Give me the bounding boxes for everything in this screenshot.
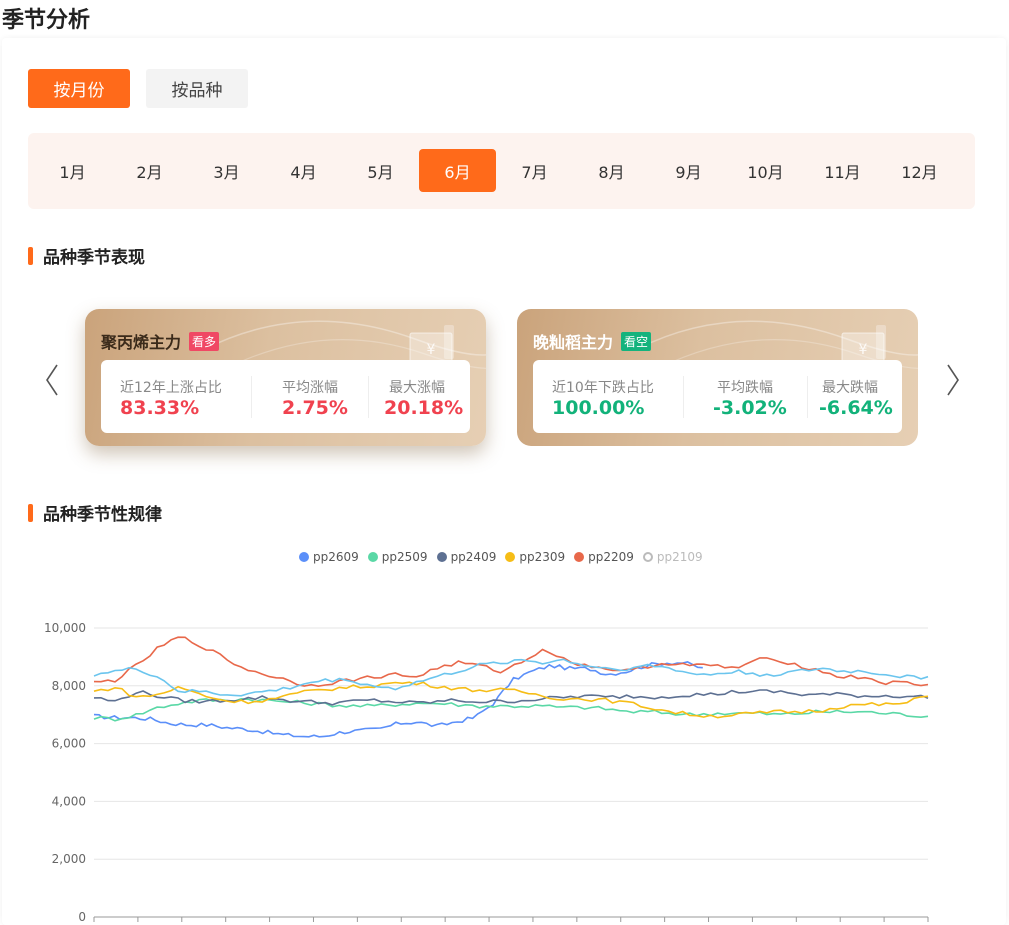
series-line-pp2609 <box>93 661 703 738</box>
section-title-pattern: 品种季节性规律 <box>28 500 162 525</box>
month-tab-10[interactable]: 10月 <box>727 149 804 192</box>
section-title-performance-text: 品种季节表现 <box>43 248 145 268</box>
legend-marker <box>436 552 447 562</box>
yuan-ticket-icon: ¥ <box>841 325 886 364</box>
month-tab-11[interactable]: 11月 <box>804 149 881 192</box>
stat-average-value: 2.75% <box>282 397 348 419</box>
month-tab-9[interactable]: 9月 <box>650 149 727 192</box>
legend-label: pp2609 <box>313 550 359 564</box>
legend-marker <box>574 552 585 562</box>
legend-marker <box>367 552 378 562</box>
legend-item-pp2409[interactable]: pp2409 <box>436 550 497 564</box>
section-title-performance: 品种季节表现 <box>28 243 145 268</box>
month-tab-7[interactable]: 7月 <box>496 149 573 192</box>
legend-item-pp2109[interactable]: pp2109 <box>642 550 703 564</box>
stat-ratio-value: 100.00% <box>552 397 645 419</box>
month-selector: 1月 2月 3月 4月 5月 6月 7月 8月 9月 10月 11月 12月 <box>28 133 975 209</box>
variety-card-late-rice[interactable]: 晚籼稻主力 看空 ¥ 近10年下跌占比 100.00% 平均跌幅 -3.02% … <box>517 309 918 446</box>
chevron-right-icon[interactable] <box>941 362 963 398</box>
card-stats: 近12年上涨占比 83.33% 平均涨幅 2.75% 最大涨幅 20.18% <box>101 360 470 433</box>
chevron-left-icon[interactable] <box>42 362 64 398</box>
legend-label: pp2109 <box>656 550 703 564</box>
section-accent-bar <box>28 246 33 265</box>
legend-label: pp2409 <box>450 550 497 564</box>
stat-ratio: 近10年下跌占比 100.00% <box>533 360 683 433</box>
legend-marker <box>642 552 653 562</box>
month-tab-4[interactable]: 4月 <box>265 149 342 192</box>
month-tab-12[interactable]: 12月 <box>881 149 958 192</box>
month-tab-2[interactable]: 2月 <box>111 149 188 192</box>
variety-card-polypropylene[interactable]: 聚丙烯主力 看多 ¥ 近12年上涨占比 83.33% 平均涨幅 2.75% 最大… <box>85 309 486 446</box>
y-tick-label: 6,000 <box>52 737 86 751</box>
svg-text:¥: ¥ <box>859 342 868 358</box>
legend-label: pp2209 <box>588 550 634 564</box>
card-title: 晚籼稻主力 看空 <box>533 329 652 353</box>
y-tick-label: 2,000 <box>52 852 86 866</box>
stat-max: 最大跌幅 -6.64% <box>807 360 902 433</box>
legend-item-pp2309[interactable]: pp2309 <box>505 550 565 564</box>
stat-max: 最大涨幅 20.18% <box>368 360 470 433</box>
month-tab-8[interactable]: 8月 <box>573 149 650 192</box>
stat-ratio-value: 83.33% <box>120 397 200 419</box>
card-name: 晚籼稻主力 <box>533 333 614 352</box>
legend-item-pp2209[interactable]: pp2209 <box>574 550 634 564</box>
legend-marker <box>299 552 309 562</box>
stat-max-value: -6.64% <box>819 397 893 419</box>
stat-ratio-label: 近10年下跌占比 <box>552 380 654 396</box>
chart-legend: pp2609 pp2509 pp2409 pp2309 pp2209 pp2109 <box>299 550 712 564</box>
legend-marker <box>505 552 516 562</box>
stat-max-label: 最大涨幅 <box>389 380 445 396</box>
svg-text:¥: ¥ <box>427 342 436 358</box>
tab-by-variety[interactable]: 按品种 <box>146 69 248 108</box>
card-stats: 近10年下跌占比 100.00% 平均跌幅 -3.02% 最大跌幅 -6.64% <box>533 360 902 433</box>
stat-ratio: 近12年上涨占比 83.33% <box>101 360 251 433</box>
stat-average-label: 平均跌幅 <box>717 380 773 396</box>
series-line-pp2109 <box>93 658 929 697</box>
card-tag-badge: 看空 <box>621 331 652 351</box>
stat-ratio-label: 近12年上涨占比 <box>120 380 222 396</box>
legend-item-pp2509[interactable]: pp2509 <box>367 550 428 564</box>
y-tick-label: 8,000 <box>52 679 86 693</box>
month-tab-5[interactable]: 5月 <box>342 149 419 192</box>
page-title: 季节分析 <box>2 8 91 33</box>
tab-by-month[interactable]: 按月份 <box>28 69 130 108</box>
card-tag-badge: 看多 <box>189 331 220 351</box>
month-tab-6[interactable]: 6月 <box>419 149 496 192</box>
y-tick-label: 10,000 <box>44 621 86 635</box>
legend-label: pp2309 <box>519 550 566 564</box>
card-name: 聚丙烯主力 <box>101 333 182 352</box>
stat-average-label: 平均涨幅 <box>282 380 338 396</box>
stat-max-value: 20.18% <box>384 397 464 419</box>
card-title: 聚丙烯主力 看多 <box>101 329 220 353</box>
stat-average: 平均涨幅 2.75% <box>251 360 368 433</box>
legend-label: pp2509 <box>381 550 428 564</box>
section-accent-bar <box>28 503 33 522</box>
y-tick-label: 4,000 <box>52 794 86 808</box>
stat-max-label: 最大跌幅 <box>822 380 878 396</box>
yuan-ticket-icon: ¥ <box>409 325 454 364</box>
legend-item-pp2609[interactable]: pp2609 <box>299 550 359 564</box>
series-line-pp2309 <box>93 681 929 719</box>
month-tab-3[interactable]: 3月 <box>188 149 265 192</box>
seasonal-line-chart: 10,000 8,000 6,000 4,000 2,000 0 <box>44 621 929 924</box>
y-tick-label: 0 <box>78 910 86 924</box>
stat-average-value: -3.02% <box>713 397 787 419</box>
section-title-pattern-text: 品种季节性规律 <box>43 505 162 525</box>
month-tab-1[interactable]: 1月 <box>34 149 111 192</box>
stat-average: 平均跌幅 -3.02% <box>683 360 807 433</box>
series-line-pp2409 <box>93 689 929 706</box>
